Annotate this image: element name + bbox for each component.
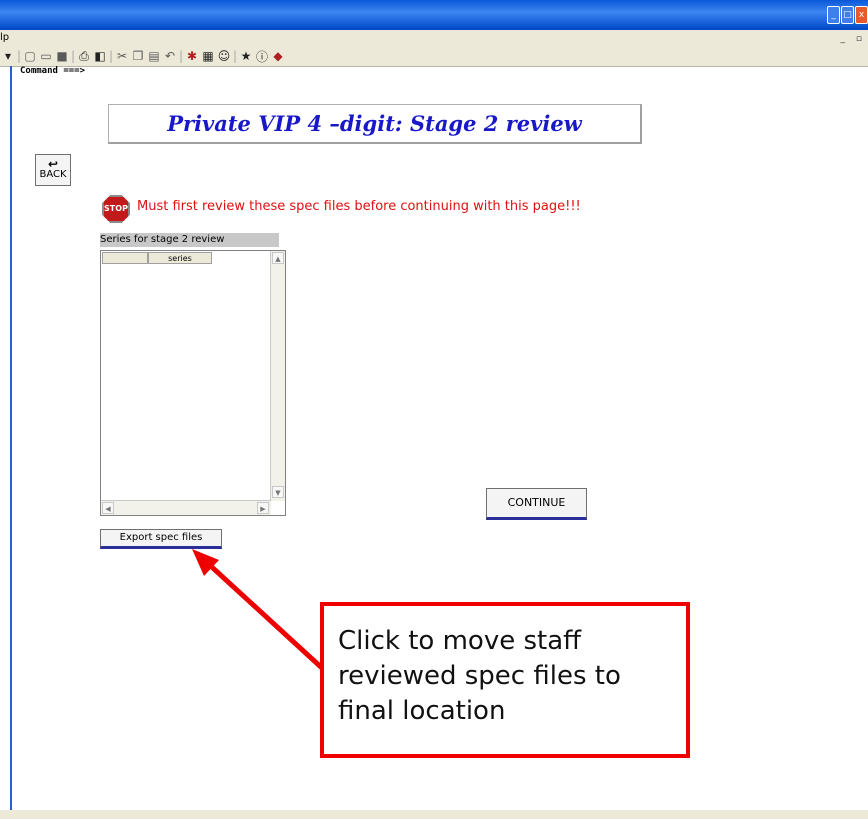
callout-box: Click to move staff reviewed spec files … bbox=[320, 602, 690, 758]
callout-arrow-line bbox=[200, 556, 324, 670]
status-bar bbox=[0, 810, 868, 819]
